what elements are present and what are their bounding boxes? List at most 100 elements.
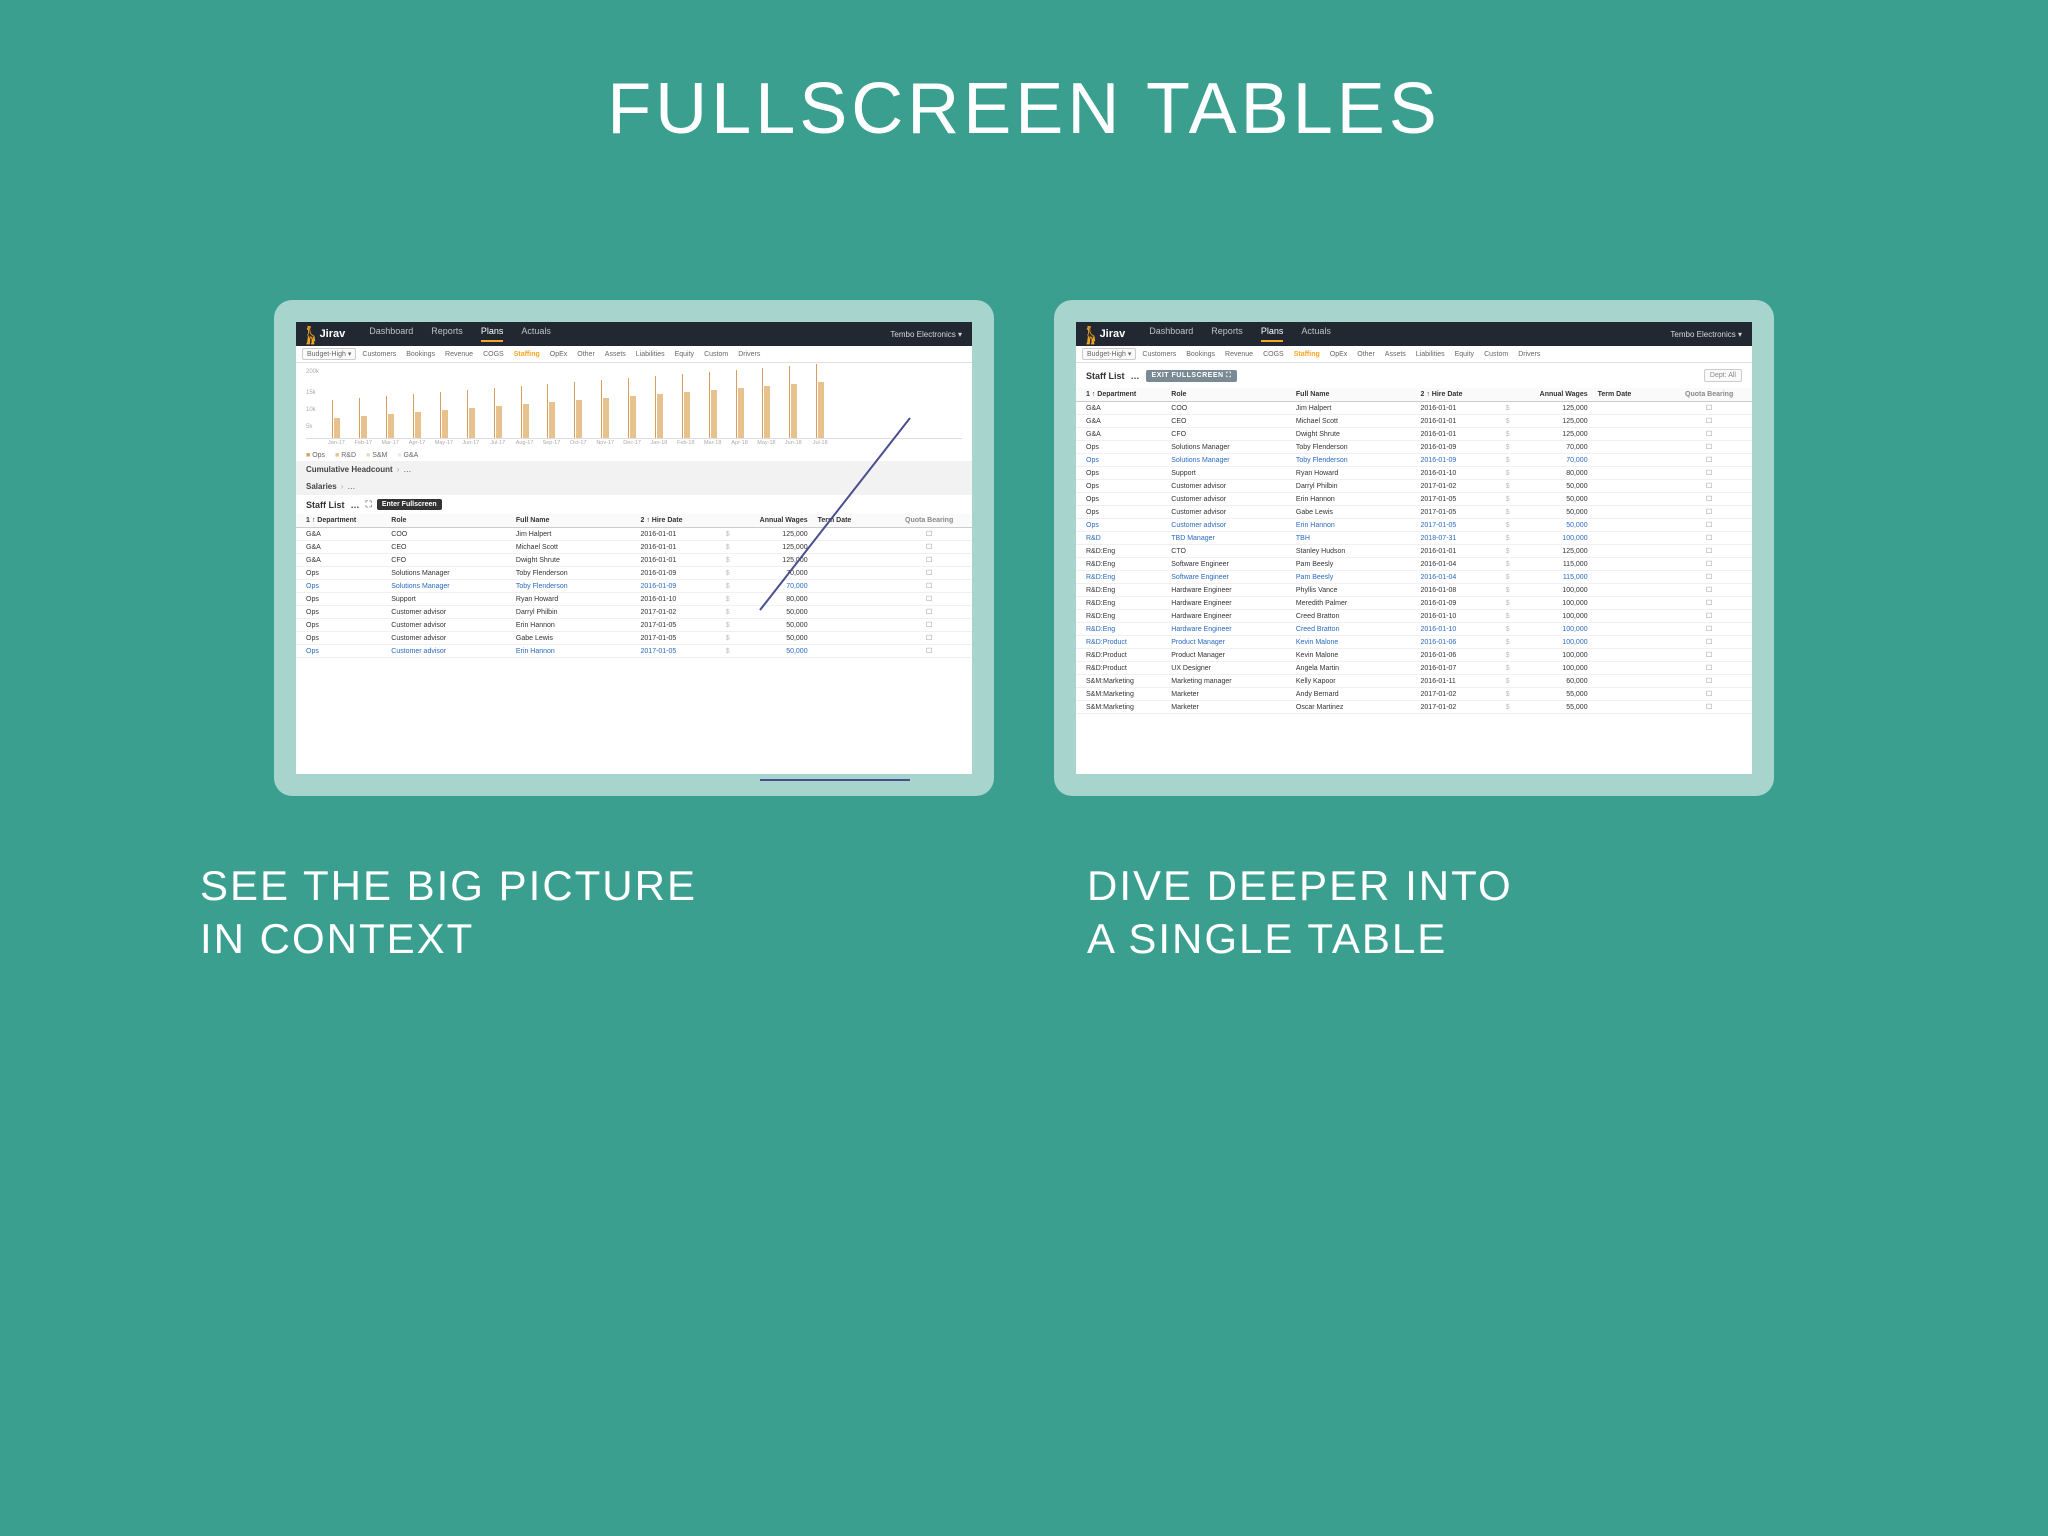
table-row[interactable]: G&ACOOJim Halpert2016-01-01$125,000☐ [1076, 402, 1752, 415]
section-salaries[interactable]: Salaries › … [296, 478, 972, 495]
col-name[interactable]: Full Name [516, 517, 641, 524]
tab-staffing[interactable]: Staffing [514, 351, 540, 358]
tab-opex[interactable]: OpEx [550, 351, 568, 358]
table-row[interactable]: OpsCustomer advisorDarryl Philbin2017-01… [1076, 480, 1752, 493]
tab-cogs[interactable]: COGS [483, 351, 504, 358]
col-term[interactable]: Term Date [1598, 391, 1677, 398]
table-row[interactable]: R&D:EngHardware EngineerCreed Bratton201… [1076, 610, 1752, 623]
bar-group [808, 364, 833, 438]
enter-fullscreen-icon[interactable]: ⛶ [366, 499, 371, 510]
table-row[interactable]: R&D:EngHardware EngineerMeredith Palmer2… [1076, 597, 1752, 610]
staff-table-left: 1 ↑ Department Role Full Name 2 ↑ Hire D… [296, 514, 972, 774]
tab-customers[interactable]: Customers [1142, 351, 1176, 358]
table-row[interactable]: R&D:EngHardware EngineerCreed Bratton201… [1076, 623, 1752, 636]
nav-plans[interactable]: Plans [481, 326, 504, 342]
col-name[interactable]: Full Name [1296, 391, 1421, 398]
table-row[interactable]: R&D:EngSoftware EngineerPam Beesly2016-0… [1076, 571, 1752, 584]
col-quota[interactable]: Quota Bearing [1676, 391, 1742, 398]
table-row[interactable]: OpsCustomer advisorDarryl Philbin2017-01… [296, 606, 972, 619]
staff-list-label: Staff List [1086, 371, 1125, 381]
tab-bookings[interactable]: Bookings [1186, 351, 1215, 358]
table-row[interactable]: R&D:ProductProduct ManagerKevin Malone20… [1076, 636, 1752, 649]
section-cumulative[interactable]: Cumulative Headcount › … [296, 461, 972, 478]
table-row[interactable]: OpsCustomer advisorErin Hannon2017-01-05… [296, 619, 972, 632]
col-term[interactable]: Term Date [818, 517, 897, 524]
tab-equity[interactable]: Equity [1455, 351, 1474, 358]
tab-assets[interactable]: Assets [605, 351, 626, 358]
nav-actuals[interactable]: Actuals [521, 326, 551, 342]
budget-select[interactable]: Budget-High ▾ [1082, 348, 1136, 360]
nav-reports[interactable]: Reports [431, 326, 463, 342]
tab-custom[interactable]: Custom [1484, 351, 1508, 358]
col-role[interactable]: Role [1171, 391, 1296, 398]
legend-rd[interactable]: R&D [335, 452, 356, 459]
table-row[interactable]: OpsCustomer advisorGabe Lewis2017-01-05$… [1076, 506, 1752, 519]
table-row[interactable]: OpsSolutions ManagerToby Flenderson2016-… [296, 580, 972, 593]
table-row[interactable]: R&D:EngCTOStanley Hudson2016-01-01$125,0… [1076, 545, 1752, 558]
tab-other[interactable]: Other [1357, 351, 1375, 358]
tab-drivers[interactable]: Drivers [1518, 351, 1540, 358]
col-hire[interactable]: 2 ↑ Hire Date [1421, 391, 1506, 398]
table-row[interactable]: OpsCustomer advisorErin Hannon2017-01-05… [296, 645, 972, 658]
nav-reports[interactable]: Reports [1211, 326, 1243, 342]
tab-other[interactable]: Other [577, 351, 595, 358]
table-row[interactable]: G&ACFODwight Shrute2016-01-01$125,000☐ [1076, 428, 1752, 441]
nav-plans[interactable]: Plans [1261, 326, 1284, 342]
col-dept[interactable]: 1 ↑ Department [306, 517, 391, 524]
table-row[interactable]: R&D:ProductUX DesignerAngela Martin2016-… [1076, 662, 1752, 675]
table-row[interactable]: G&ACEOMichael Scott2016-01-01$125,000☐ [1076, 415, 1752, 428]
tab-custom[interactable]: Custom [704, 351, 728, 358]
table-row[interactable]: R&DTBD ManagerTBH2018-07-31$100,000☐ [1076, 532, 1752, 545]
col-dept[interactable]: 1 ↑ Department [1086, 391, 1171, 398]
tab-revenue[interactable]: Revenue [1225, 351, 1253, 358]
x-label: May-17 [432, 440, 457, 446]
tab-revenue[interactable]: Revenue [445, 351, 473, 358]
table-row[interactable]: OpsCustomer advisorErin Hannon2017-01-05… [1076, 493, 1752, 506]
tab-bookings[interactable]: Bookings [406, 351, 435, 358]
dept-filter[interactable]: Dept: All [1704, 369, 1742, 382]
legend-ops[interactable]: Ops [306, 452, 325, 459]
col-hire[interactable]: 2 ↑ Hire Date [641, 517, 726, 524]
table-row[interactable]: S&M:MarketingMarketerAndy Bernard2017-01… [1076, 688, 1752, 701]
legend-ga[interactable]: G&A [397, 452, 418, 459]
table-row[interactable]: R&D:EngHardware EngineerPhyllis Vance201… [1076, 584, 1752, 597]
brand-logo[interactable]: 𓃱 Jirav [1086, 322, 1125, 346]
table-row[interactable]: G&ACOOJim Halpert2016-01-01$125,000☐ [296, 528, 972, 541]
table-row[interactable]: G&ACEOMichael Scott2016-01-01$125,000☐ [296, 541, 972, 554]
company-select[interactable]: Tembo Electronics ▾ [890, 330, 962, 339]
company-select[interactable]: Tembo Electronics ▾ [1670, 330, 1742, 339]
col-quota[interactable]: Quota Bearing [896, 517, 962, 524]
table-row[interactable]: G&ACFODwight Shrute2016-01-01$125,000☐ [296, 554, 972, 567]
legend-sm[interactable]: S&M [366, 452, 387, 459]
tab-assets[interactable]: Assets [1385, 351, 1406, 358]
tab-customers[interactable]: Customers [362, 351, 396, 358]
table-row[interactable]: R&D:EngSoftware EngineerPam Beesly2016-0… [1076, 558, 1752, 571]
tab-drivers[interactable]: Drivers [738, 351, 760, 358]
table-row[interactable]: OpsCustomer advisorErin Hannon2017-01-05… [1076, 519, 1752, 532]
nav-actuals[interactable]: Actuals [1301, 326, 1331, 342]
table-row[interactable]: OpsSolutions ManagerToby Flenderson2016-… [1076, 441, 1752, 454]
tab-liabilities[interactable]: Liabilities [1416, 351, 1445, 358]
col-role[interactable]: Role [391, 517, 516, 524]
table-row[interactable]: OpsSupportRyan Howard2016-01-10$80,000☐ [296, 593, 972, 606]
budget-select[interactable]: Budget-High ▾ [302, 348, 356, 360]
tab-opex[interactable]: OpEx [1330, 351, 1348, 358]
table-row[interactable]: R&D:ProductProduct ManagerKevin Malone20… [1076, 649, 1752, 662]
nav-dashboard[interactable]: Dashboard [369, 326, 413, 342]
col-wages[interactable]: Annual Wages [739, 517, 818, 524]
brand-logo[interactable]: 𓃱 Jirav [306, 322, 345, 346]
col-wages[interactable]: Annual Wages [1519, 391, 1598, 398]
tab-liabilities[interactable]: Liabilities [636, 351, 665, 358]
exit-fullscreen-button[interactable]: EXIT FULLSCREEN [1146, 370, 1238, 382]
table-row[interactable]: OpsSupportRyan Howard2016-01-10$80,000☐ [1076, 467, 1752, 480]
tab-staffing[interactable]: Staffing [1294, 351, 1320, 358]
table-row[interactable]: OpsCustomer advisorGabe Lewis2017-01-05$… [296, 632, 972, 645]
table-row[interactable]: S&M:MarketingMarketerOscar Martinez2017-… [1076, 701, 1752, 714]
tab-equity[interactable]: Equity [675, 351, 694, 358]
tab-cogs[interactable]: COGS [1263, 351, 1284, 358]
table-row[interactable]: OpsSolutions ManagerToby Flenderson2016-… [1076, 454, 1752, 467]
table-row[interactable]: S&M:MarketingMarketing managerKelly Kapo… [1076, 675, 1752, 688]
nav-dashboard[interactable]: Dashboard [1149, 326, 1193, 342]
table-row[interactable]: OpsSolutions ManagerToby Flenderson2016-… [296, 567, 972, 580]
app-left: 𓃱 Jirav Dashboard Reports Plans Actuals … [296, 322, 972, 774]
